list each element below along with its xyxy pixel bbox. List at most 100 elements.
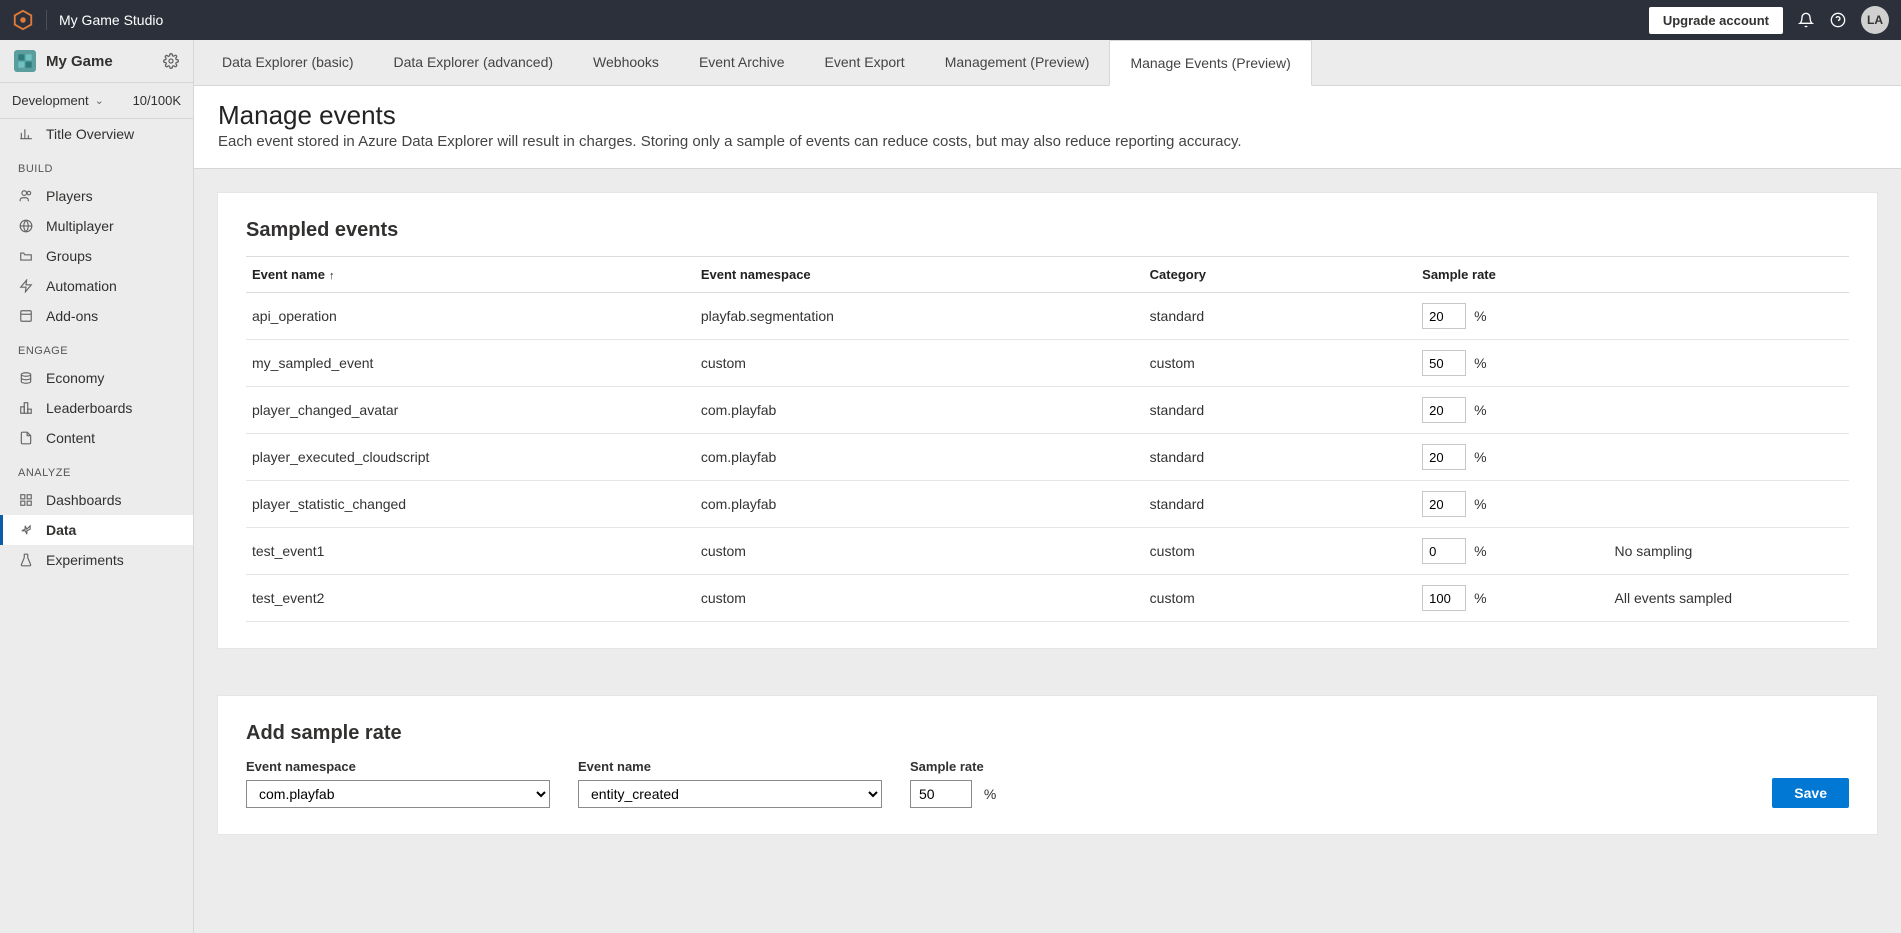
table-row: player_changed_avatarcom.playfabstandard…	[246, 387, 1849, 434]
studio-name[interactable]: My Game Studio	[59, 12, 163, 28]
cell-category: standard	[1144, 293, 1417, 340]
col-event-namespace[interactable]: Event namespace	[695, 257, 1144, 293]
cell-event-name: player_executed_cloudscript	[246, 434, 695, 481]
cell-event-name: my_sampled_event	[246, 340, 695, 387]
add-sample-rate-card: Add sample rate Event namespace com.play…	[218, 696, 1877, 834]
folder-icon	[18, 248, 34, 264]
tab-webhooks[interactable]: Webhooks	[573, 40, 679, 85]
cell-event-name: player_changed_avatar	[246, 387, 695, 434]
game-name[interactable]: My Game	[46, 53, 153, 70]
page-title: Manage events	[218, 100, 1877, 131]
upgrade-button[interactable]: Upgrade account	[1649, 7, 1783, 34]
sidebar-item-data[interactable]: Data	[0, 515, 193, 545]
sidebar-item-label: Multiplayer	[46, 218, 114, 234]
topbar: My Game Studio Upgrade account LA	[0, 0, 1901, 40]
table-row: player_statistic_changedcom.playfabstand…	[246, 481, 1849, 528]
rate-label: Sample rate	[910, 759, 996, 774]
cell-category: standard	[1144, 434, 1417, 481]
rate-input[interactable]	[1422, 538, 1466, 564]
card-title: Sampled events	[246, 219, 1849, 242]
cell-namespace: com.playfab	[695, 481, 1144, 528]
tab-management-preview-[interactable]: Management (Preview)	[925, 40, 1110, 85]
percent-label: %	[1474, 308, 1486, 324]
cell-category: standard	[1144, 387, 1417, 434]
table-row: api_operationplayfab.segmentationstandar…	[246, 293, 1849, 340]
bolt-icon	[18, 278, 34, 294]
bell-icon[interactable]	[1797, 11, 1815, 29]
cell-event-name: test_event1	[246, 528, 695, 575]
namespace-select[interactable]: com.playfab	[246, 780, 550, 808]
cell-note	[1609, 434, 1849, 481]
percent-label: %	[1474, 402, 1486, 418]
ns-label: Event namespace	[246, 759, 550, 774]
col-sample-rate[interactable]: Sample rate	[1416, 257, 1608, 293]
percent-label: %	[984, 786, 996, 802]
rate-input[interactable]	[1422, 303, 1466, 329]
sort-asc-icon: ↑	[329, 270, 335, 282]
tab-event-export[interactable]: Event Export	[805, 40, 925, 85]
cell-namespace: com.playfab	[695, 434, 1144, 481]
env-counter: 10/100K	[133, 93, 181, 108]
cell-namespace: custom	[695, 575, 1144, 622]
card-title: Add sample rate	[246, 722, 1849, 745]
tab-manage-events-preview-[interactable]: Manage Events (Preview)	[1109, 40, 1311, 86]
sidebar-item-economy[interactable]: Economy	[0, 363, 193, 393]
event-name-select[interactable]: entity_created	[578, 780, 882, 808]
rate-input[interactable]	[1422, 444, 1466, 470]
rate-input[interactable]	[1422, 350, 1466, 376]
page-subtitle: Each event stored in Azure Data Explorer…	[218, 133, 1877, 150]
sidebar-item-label: Add-ons	[46, 308, 98, 324]
cell-event-name: test_event2	[246, 575, 695, 622]
document-icon	[18, 430, 34, 446]
cell-category: custom	[1144, 528, 1417, 575]
sidebar-item-multiplayer[interactable]: Multiplayer	[0, 211, 193, 241]
environment-selector[interactable]: Development ⌄ 10/100K	[0, 83, 193, 119]
tab-data-explorer-basic-[interactable]: Data Explorer (basic)	[202, 40, 374, 85]
col-event-name[interactable]: Event name↑	[246, 257, 695, 293]
help-icon[interactable]	[1829, 11, 1847, 29]
rate-input[interactable]	[1422, 397, 1466, 423]
sidebar-item-label: Experiments	[46, 552, 124, 568]
avatar[interactable]: LA	[1861, 6, 1889, 34]
sample-rate-input[interactable]	[910, 780, 972, 808]
rate-input[interactable]	[1422, 491, 1466, 517]
gear-icon[interactable]	[163, 53, 179, 69]
cell-category: custom	[1144, 340, 1417, 387]
sidebar-item-automation[interactable]: Automation	[0, 271, 193, 301]
leaderboard-icon	[18, 400, 34, 416]
sidebar-item-dashboards[interactable]: Dashboards	[0, 485, 193, 515]
sidebar-item-experiments[interactable]: Experiments	[0, 545, 193, 575]
table-row: test_event2customcustom%All events sampl…	[246, 575, 1849, 622]
logo-icon[interactable]	[12, 9, 34, 31]
tab-data-explorer-advanced-[interactable]: Data Explorer (advanced)	[374, 40, 574, 85]
cell-namespace: custom	[695, 528, 1144, 575]
cell-note	[1609, 293, 1849, 340]
sidebar-item-addons[interactable]: Add-ons	[0, 301, 193, 331]
save-button[interactable]: Save	[1772, 778, 1849, 808]
sidebar-item-label: Automation	[46, 278, 117, 294]
dashboard-icon	[18, 492, 34, 508]
cell-note: No sampling	[1609, 528, 1849, 575]
sidebar-item-leaderboards[interactable]: Leaderboards	[0, 393, 193, 423]
cell-note	[1609, 340, 1849, 387]
flask-icon	[18, 552, 34, 568]
table-row: my_sampled_eventcustomcustom%	[246, 340, 1849, 387]
cell-note: All events sampled	[1609, 575, 1849, 622]
tab-bar: Data Explorer (basic)Data Explorer (adva…	[194, 40, 1901, 86]
chart-icon	[18, 126, 34, 142]
tab-event-archive[interactable]: Event Archive	[679, 40, 805, 85]
sidebar-item-overview[interactable]: Title Overview	[0, 119, 193, 149]
rate-input[interactable]	[1422, 585, 1466, 611]
sidebar-item-content[interactable]: Content	[0, 423, 193, 453]
sidebar-item-players[interactable]: Players	[0, 181, 193, 211]
cell-note	[1609, 481, 1849, 528]
people-icon	[18, 188, 34, 204]
sidebar-item-groups[interactable]: Groups	[0, 241, 193, 271]
globe-icon	[18, 218, 34, 234]
sidebar-item-label: Dashboards	[46, 492, 122, 508]
col-category[interactable]: Category	[1144, 257, 1417, 293]
content: Data Explorer (basic)Data Explorer (adva…	[194, 40, 1901, 933]
divider	[46, 10, 47, 30]
table-row: player_executed_cloudscriptcom.playfabst…	[246, 434, 1849, 481]
coins-icon	[18, 370, 34, 386]
